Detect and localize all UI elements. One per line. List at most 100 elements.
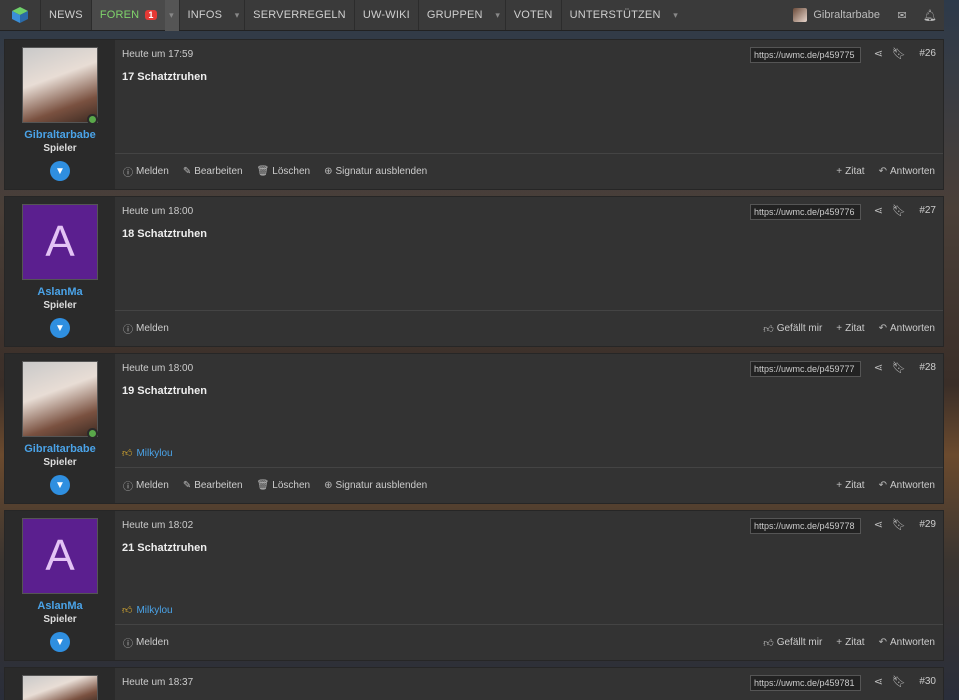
site-logo-icon[interactable] xyxy=(0,0,40,30)
chevron-down-icon[interactable]: ▼ xyxy=(50,161,70,181)
permalink-field[interactable] xyxy=(750,675,861,691)
post-number[interactable]: #27 xyxy=(919,205,936,216)
permalink-field[interactable] xyxy=(750,518,861,534)
reply-button[interactable]: ↶ Antworten xyxy=(879,637,935,649)
report-button[interactable]: ⓘ Melden xyxy=(123,478,169,493)
report-button[interactable]: ⓘ Melden xyxy=(123,321,169,336)
like-summary[interactable]: 👍︎ Milkylou xyxy=(122,447,173,460)
share-icon[interactable]: ⋖ xyxy=(874,675,883,688)
post-number[interactable]: #28 xyxy=(919,362,936,373)
delete-button[interactable]: 🗑︎ Löschen xyxy=(257,166,311,177)
edit-button[interactable]: ✎ Bearbeiten xyxy=(183,480,243,491)
bell-icon[interactable]: 🔔︎ xyxy=(916,0,944,30)
hide-signature-button[interactable]: ⊕ Signatur ausblenden xyxy=(324,166,427,177)
nav-uw-wiki[interactable]: UW-WIKI xyxy=(353,0,418,30)
report-button[interactable]: ⓘ Melden xyxy=(123,164,169,179)
nav-label: FOREN xyxy=(99,9,140,21)
report-label: Melden xyxy=(136,323,169,334)
nav-gruppen[interactable]: GRUPPEN ▾ xyxy=(417,0,505,31)
post-actions: ⓘ Melden 👍︎ Gefällt mir + Zitat ↶ Antworten xyxy=(115,310,943,346)
avatar[interactable]: A xyxy=(22,518,98,594)
share-icon[interactable]: ⋖ xyxy=(874,518,883,531)
avatar[interactable] xyxy=(22,361,98,439)
signature-label: Signatur ausblenden xyxy=(335,480,428,491)
bookmark-icon[interactable]: 🔖︎ xyxy=(892,675,906,688)
author-name[interactable]: Gibraltarbabe xyxy=(24,129,96,141)
like-user[interactable]: Milkylou xyxy=(136,448,172,459)
author-title: Spieler xyxy=(43,300,77,311)
post-number[interactable]: #29 xyxy=(919,519,936,530)
post-timestamp[interactable]: Heute um 18:02 xyxy=(122,520,193,531)
post-number[interactable]: #26 xyxy=(919,48,936,59)
like-button[interactable]: 👍︎ Gefällt mir xyxy=(763,637,822,649)
nav-voten[interactable]: VOTEN xyxy=(504,0,561,30)
quote-button[interactable]: + Zitat xyxy=(836,166,864,177)
nav-unterstuetzen[interactable]: UNTERSTÜTZEN ▾ xyxy=(560,0,683,31)
report-button[interactable]: ⓘ Melden xyxy=(123,635,169,650)
avatar[interactable] xyxy=(22,675,98,700)
warning-icon: ⓘ xyxy=(123,168,133,179)
share-icon[interactable]: ⋖ xyxy=(874,47,883,60)
delete-button[interactable]: 🗑︎ Löschen xyxy=(257,480,311,491)
chevron-down-icon[interactable]: ▾ xyxy=(669,0,683,31)
bookmark-icon[interactable]: 🔖︎ xyxy=(892,518,906,531)
signature-label: Signatur ausblenden xyxy=(335,166,428,177)
permalink-field[interactable] xyxy=(750,204,861,220)
edit-button[interactable]: ✎ Bearbeiten xyxy=(183,166,243,177)
post-body: Heute um 18:00 ⋖ 🔖︎ #28 19 Schatztruhen … xyxy=(115,354,943,503)
nav-foren[interactable]: FOREN 1 ▾ xyxy=(90,0,179,31)
chevron-down-icon[interactable]: ▼ xyxy=(50,318,70,338)
permalink-field[interactable] xyxy=(750,47,861,63)
envelope-icon[interactable]: ✉ xyxy=(888,0,916,30)
chevron-down-icon[interactable]: ▾ xyxy=(491,0,505,31)
edit-icon: ✎ xyxy=(182,166,192,177)
quote-button[interactable]: + Zitat xyxy=(836,323,864,335)
post-actions-right: 👍︎ Gefällt mir + Zitat ↶ Antworten xyxy=(763,637,935,649)
reply-button[interactable]: ↶ Antworten xyxy=(879,166,935,177)
reply-button[interactable]: ↶ Antworten xyxy=(879,323,935,335)
delete-label: Löschen xyxy=(272,480,311,491)
nav-serverregeln[interactable]: SERVERREGELN xyxy=(244,0,354,30)
like-button[interactable]: 👍︎ Gefällt mir xyxy=(763,323,822,335)
nav-news[interactable]: NEWS xyxy=(40,0,91,30)
post-timestamp[interactable]: Heute um 18:37 xyxy=(122,677,193,688)
reply-button[interactable]: ↶ Antworten xyxy=(879,480,935,491)
like-user[interactable]: Milkylou xyxy=(136,605,172,616)
author-title: Spieler xyxy=(43,457,77,468)
trash-icon: 🗑︎ xyxy=(256,166,270,177)
author-name[interactable]: AslanMa xyxy=(37,286,82,298)
author-title: Spieler xyxy=(43,614,77,625)
bookmark-icon[interactable]: 🔖︎ xyxy=(892,361,906,374)
chevron-down-icon[interactable]: ▾ xyxy=(164,0,179,31)
share-icon[interactable]: ⋖ xyxy=(874,204,883,217)
chevron-down-icon[interactable]: ▼ xyxy=(50,475,70,495)
author-name[interactable]: AslanMa xyxy=(37,600,82,612)
account-menu[interactable]: Gibraltarbabe xyxy=(785,0,888,30)
post-content: 18 Schatztruhen xyxy=(122,228,207,240)
post-timestamp[interactable]: Heute um 18:00 xyxy=(122,363,193,374)
quote-button[interactable]: + Zitat xyxy=(836,637,864,649)
quote-button[interactable]: + Zitat xyxy=(836,480,864,491)
permalink-field[interactable] xyxy=(750,361,861,377)
bookmark-icon[interactable]: 🔖︎ xyxy=(892,47,906,60)
avatar[interactable]: A xyxy=(22,204,98,280)
post-author-panel: A AslanMa Spieler ▼ xyxy=(5,511,115,660)
trash-icon: 🗑︎ xyxy=(256,480,270,491)
avatar[interactable] xyxy=(22,47,98,125)
like-summary[interactable]: 👍︎ Milkylou xyxy=(122,604,173,617)
plus-icon: + xyxy=(836,480,843,491)
post-actions: ⓘ Melden 👍︎ Gefällt mir + Zitat ↶ Antworten xyxy=(115,624,943,660)
chevron-down-icon[interactable]: ▼ xyxy=(50,632,70,652)
post-timestamp[interactable]: Heute um 17:59 xyxy=(122,49,193,60)
edit-icon: ✎ xyxy=(182,480,192,491)
chevron-down-icon[interactable]: ▾ xyxy=(230,0,244,31)
bookmark-icon[interactable]: 🔖︎ xyxy=(892,204,906,217)
share-icon[interactable]: ⋖ xyxy=(874,361,883,374)
hide-signature-button[interactable]: ⊕ Signatur ausblenden xyxy=(324,480,427,491)
nav-infos[interactable]: INFOS ▾ xyxy=(178,0,245,31)
post-number[interactable]: #30 xyxy=(919,676,936,687)
reply-label: Antworten xyxy=(889,637,935,648)
post-timestamp[interactable]: Heute um 18:00 xyxy=(122,206,193,217)
account-username: Gibraltarbabe xyxy=(813,9,880,21)
author-name[interactable]: Gibraltarbabe xyxy=(24,443,96,455)
